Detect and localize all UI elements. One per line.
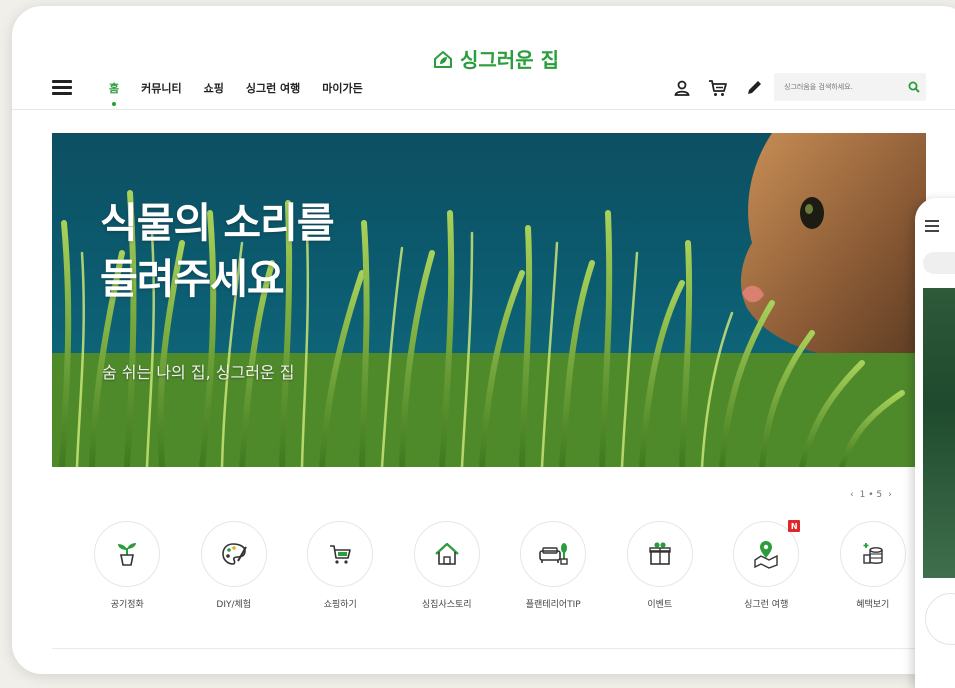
nav-label: 커뮤니티 xyxy=(141,82,182,95)
nav-item-my-garden[interactable]: 마이가든 xyxy=(322,80,362,96)
active-indicator-dot xyxy=(112,102,117,106)
sprout-pot-icon xyxy=(118,543,137,566)
category-planterior-tip[interactable]: 플랜테리어TIP xyxy=(500,521,607,610)
category-label: 이벤트 xyxy=(647,600,673,610)
category-story[interactable]: 싱집사스토리 xyxy=(394,521,501,610)
cart-icon[interactable] xyxy=(708,78,728,98)
category-icon-circle xyxy=(94,521,161,587)
category-icon-circle xyxy=(307,521,374,587)
house-icon xyxy=(435,542,459,565)
palette-icon xyxy=(221,543,247,565)
mobile-hamburger-icon xyxy=(925,220,939,235)
category-label: 플랜테리어TIP xyxy=(525,600,581,610)
nav-label: 쇼핑 xyxy=(203,82,224,95)
nav-item-home[interactable]: 홈 xyxy=(109,80,120,106)
gift-icon xyxy=(649,542,671,565)
mobile-search-pill xyxy=(923,252,955,274)
site-logo[interactable]: 싱그러운 집 xyxy=(432,44,559,73)
hero-title-line1: 식물의 소리를 xyxy=(100,199,335,247)
mobile-device-preview xyxy=(915,198,955,688)
hero-subtitle: 숨 쉬는 나의 집, 싱그러운 집 xyxy=(102,363,295,382)
house-leaf-logo-icon xyxy=(434,50,452,68)
logo-text: 싱그러운 집 xyxy=(460,48,559,72)
pager-prev-icon[interactable]: ‹ xyxy=(850,490,854,500)
browser-frame: 싱그러운 집 홈 커뮤니티 쇼핑 싱그런 여행 마이가든 싱그러움을 검색하세요… xyxy=(12,6,955,674)
mobile-category-circle xyxy=(925,593,955,645)
header-divider xyxy=(12,109,955,110)
user-icon[interactable] xyxy=(672,78,692,98)
new-badge: N xyxy=(788,520,801,532)
sofa-plant-icon xyxy=(539,543,568,565)
category-shopping[interactable]: 쇼핑하기 xyxy=(287,521,394,610)
pager-indicator: 1 • 5 xyxy=(859,490,883,500)
main-nav: 홈 커뮤니티 쇼핑 싱그런 여행 마이가든 xyxy=(109,80,385,106)
pager-next-icon[interactable]: › xyxy=(888,490,892,500)
category-icon-circle xyxy=(200,521,267,587)
category-event[interactable]: 이벤트 xyxy=(607,521,714,610)
category-icon-circle xyxy=(413,521,480,587)
category-icon-circle: N xyxy=(733,520,801,587)
search-input[interactable] xyxy=(774,82,903,92)
category-menu: 공기정화 DIY/체험 쇼핑하기 싱집사스토리 플랜테리어TIP 이벤트 N 싱… xyxy=(74,520,927,610)
hero-title: 식물의 소리를 들려주세요 xyxy=(100,195,335,307)
category-label: 혜택보기 xyxy=(856,600,890,610)
hero-title-line2: 들려주세요 xyxy=(100,255,285,303)
nav-label: 싱그런 여행 xyxy=(245,82,301,95)
category-icon-circle xyxy=(626,521,693,587)
banner-pager: ‹ 1 • 5 › xyxy=(850,490,892,500)
category-travel[interactable]: N 싱그런 여행 xyxy=(713,520,820,610)
nav-item-travel[interactable]: 싱그런 여행 xyxy=(246,80,300,96)
header-actions xyxy=(672,78,764,98)
category-label: 싱그런 여행 xyxy=(744,600,789,610)
shopping-cart-icon xyxy=(330,545,352,564)
category-label: 싱집사스토리 xyxy=(421,600,472,610)
category-icon-circle xyxy=(839,521,906,587)
category-label: 공기정화 xyxy=(110,600,144,610)
category-label: 쇼핑하기 xyxy=(323,600,357,610)
menu-hamburger-icon[interactable] xyxy=(52,80,72,96)
hero-banner[interactable]: 식물의 소리를 들려주세요 숨 쉬는 나의 집, 싱그러운 집 xyxy=(52,133,926,467)
search-box xyxy=(774,73,926,101)
nav-item-shopping[interactable]: 쇼핑 xyxy=(204,80,224,96)
nav-item-community[interactable]: 커뮤니티 xyxy=(141,80,181,96)
coins-icon xyxy=(863,543,883,564)
category-icon-circle xyxy=(520,521,587,587)
pencil-icon[interactable] xyxy=(744,78,764,98)
map-pin-icon xyxy=(754,541,778,569)
section-divider xyxy=(52,648,932,649)
mobile-hero-image xyxy=(923,288,955,578)
category-label: DIY/체험 xyxy=(216,600,252,610)
search-icon[interactable] xyxy=(902,75,926,99)
nav-label: 홈 xyxy=(109,82,120,95)
category-air-purify[interactable]: 공기정화 xyxy=(74,521,181,610)
nav-label: 마이가든 xyxy=(322,82,363,95)
category-diy[interactable]: DIY/체험 xyxy=(181,521,288,610)
category-benefits[interactable]: 혜택보기 xyxy=(820,521,927,610)
